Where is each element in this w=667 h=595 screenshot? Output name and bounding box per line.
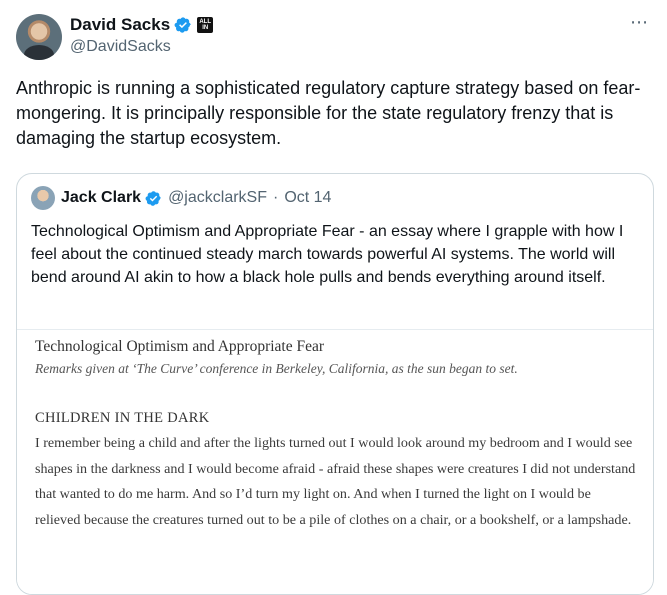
quoted-tweet-date[interactable]: Oct 14 <box>284 189 331 207</box>
author-name[interactable]: David Sacks <box>70 15 170 35</box>
quoted-essay-image[interactable]: Technological Optimism and Appropriate F… <box>17 329 653 594</box>
affiliation-badge[interactable]: ALL IN <box>197 17 214 33</box>
quoted-author-handle[interactable]: @jackclarkSF <box>168 189 267 207</box>
essay-title: Technological Optimism and Appropriate F… <box>35 338 325 355</box>
quoted-tweet[interactable]: Jack Clark @jackclarkSF · Oct 14 Technol… <box>16 173 654 595</box>
essay-paragraph: I remember being a child and after the l… <box>35 435 636 528</box>
verified-badge-icon <box>174 17 191 33</box>
tweet-author: David Sacks ALL IN @DavidSacks <box>70 14 214 56</box>
quoted-author-name[interactable]: Jack Clark <box>61 189 141 207</box>
author-avatar[interactable] <box>16 14 62 60</box>
quoted-author-avatar[interactable] <box>31 186 55 210</box>
author-handle[interactable]: @DavidSacks <box>70 38 213 56</box>
verified-badge-icon <box>145 190 161 206</box>
more-icon[interactable]: ⋯ <box>627 12 651 36</box>
quoted-tweet-text: Technological Optimism and Appropriate F… <box>31 223 624 286</box>
author-name-row: David Sacks ALL IN <box>70 14 214 36</box>
quoted-tweet-header: Jack Clark @jackclarkSF · Oct 14 <box>31 186 331 210</box>
tweet-card[interactable]: David Sacks ALL IN @DavidSacks ⋯ Anthrop… <box>0 0 667 595</box>
tweet-text: Anthropic is running a sophisticated reg… <box>16 78 641 148</box>
essay-heading: CHILDREN IN THE DARK <box>35 410 210 426</box>
separator-dot: · <box>272 189 279 206</box>
essay-subtitle: Remarks given at ‘The Curve’ conference … <box>35 361 518 376</box>
